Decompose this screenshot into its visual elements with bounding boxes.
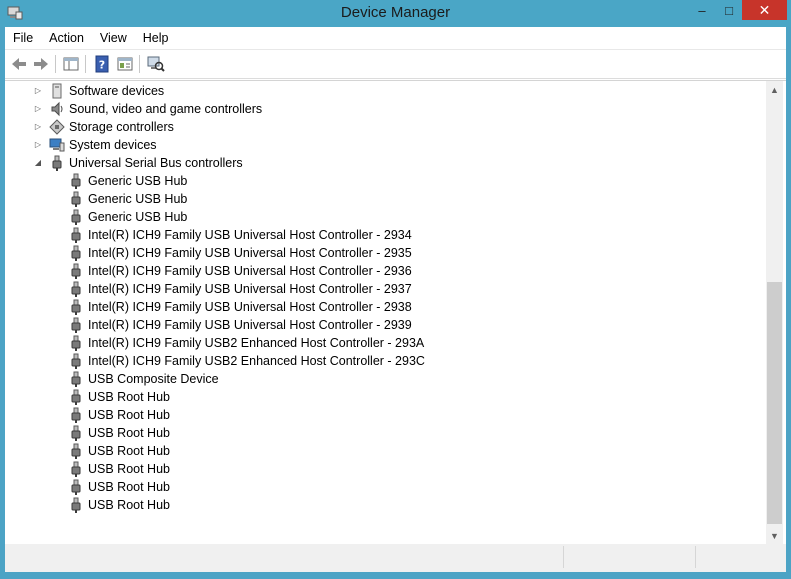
usb-device-label: USB Root Hub — [88, 444, 170, 458]
scroll-up-icon[interactable]: ▲ — [766, 81, 783, 98]
usb-device-label: Intel(R) ICH9 Family USB Universal Host … — [88, 318, 412, 332]
toolbar: ? — [5, 50, 786, 79]
usb-device-label: Intel(R) ICH9 Family USB Universal Host … — [88, 300, 412, 314]
usb-device-icon — [71, 317, 81, 333]
forward-icon[interactable] — [31, 54, 51, 74]
menu-file[interactable]: File — [5, 27, 41, 49]
software-device-icon — [52, 83, 62, 99]
tree-category-label: Storage controllers — [69, 120, 174, 134]
usb-device-icon — [71, 371, 81, 387]
usb-device-label: Intel(R) ICH9 Family USB Universal Host … — [88, 228, 412, 242]
help-icon[interactable]: ? — [92, 54, 112, 74]
window-title: Device Manager — [340, 4, 451, 21]
usb-device-icon — [71, 281, 81, 297]
collapse-arrow-icon[interactable]: ◢ — [33, 154, 43, 172]
usb-device-label: USB Root Hub — [88, 480, 170, 494]
menu-view[interactable]: View — [92, 27, 135, 49]
back-icon[interactable] — [9, 54, 29, 74]
title-bar[interactable]: Device Manager ‒ □ ✕ — [0, 0, 791, 27]
vertical-scrollbar[interactable]: ▲ ▼ — [766, 81, 783, 544]
window-client-area: File Action View Help ? ▷ Software devic… — [5, 27, 786, 572]
usb-device-icon — [71, 245, 81, 261]
usb-icon — [52, 155, 62, 171]
close-button[interactable]: ✕ — [742, 0, 787, 20]
usb-device-icon — [71, 389, 81, 405]
usb-device-icon — [71, 425, 81, 441]
usb-device-icon — [71, 227, 81, 243]
usb-device-icon — [71, 443, 81, 459]
status-bar — [5, 544, 786, 572]
usb-device-icon — [71, 173, 81, 189]
usb-device-label: USB Root Hub — [88, 462, 170, 476]
usb-device-icon — [71, 191, 81, 207]
usb-device-label: USB Root Hub — [88, 408, 170, 422]
usb-device-label: Intel(R) ICH9 Family USB2 Enhanced Host … — [88, 336, 425, 350]
usb-device-label: USB Root Hub — [88, 390, 170, 404]
usb-device-icon — [71, 299, 81, 315]
usb-device-icon — [71, 353, 81, 369]
usb-device-label: Intel(R) ICH9 Family USB2 Enhanced Host … — [88, 354, 425, 368]
tree-category-label: Sound, video and game controllers — [69, 102, 263, 116]
usb-device-icon — [71, 407, 81, 423]
minimize-button[interactable]: ‒ — [688, 0, 716, 20]
expand-arrow-icon[interactable]: ▷ — [33, 136, 43, 154]
maximize-button[interactable]: □ — [716, 0, 742, 20]
status-bar-pane — [563, 546, 564, 568]
usb-device-label: Generic USB Hub — [88, 192, 188, 206]
tree-category-label: Universal Serial Bus controllers — [69, 156, 243, 170]
storage-controller-icon — [49, 119, 65, 135]
computer-icon — [49, 138, 65, 152]
usb-device-icon — [71, 479, 81, 495]
speaker-icon — [51, 101, 63, 117]
device-tree: ▷ Software devices ▷ Sound, video and ga… — [5, 80, 786, 545]
usb-device-icon — [71, 497, 81, 513]
toolbar-separator — [85, 55, 86, 73]
usb-device-label: USB Composite Device — [88, 372, 219, 386]
menu-action[interactable]: Action — [41, 27, 92, 49]
scroll-down-icon[interactable]: ▼ — [766, 527, 783, 544]
tree-category-label: Software devices — [69, 84, 165, 98]
usb-device-icon — [71, 335, 81, 351]
usb-device-label: Intel(R) ICH9 Family USB Universal Host … — [88, 246, 412, 260]
tree-category-label: System devices — [69, 138, 157, 152]
menu-help[interactable]: Help — [135, 27, 177, 49]
device-manager-window: Device Manager ‒ □ ✕ File Action View He… — [0, 0, 791, 579]
usb-device-label: Intel(R) ICH9 Family USB Universal Host … — [88, 264, 412, 278]
usb-device-icon — [71, 263, 81, 279]
svg-text:?: ? — [99, 59, 105, 72]
usb-device-icon — [71, 209, 81, 225]
properties-icon[interactable] — [115, 54, 135, 74]
usb-device-icon — [71, 461, 81, 477]
expand-arrow-icon[interactable]: ▷ — [33, 82, 43, 100]
menu-bar: File Action View Help — [5, 27, 786, 50]
usb-device-label: USB Root Hub — [88, 426, 170, 440]
toolbar-separator — [55, 55, 56, 73]
scan-hardware-icon[interactable] — [146, 54, 166, 74]
usb-device-label: Generic USB Hub — [88, 174, 188, 188]
expand-arrow-icon[interactable]: ▷ — [33, 118, 43, 136]
usb-device-label: USB Root Hub — [88, 498, 170, 512]
scrollbar-thumb[interactable] — [767, 282, 782, 524]
toolbar-separator — [139, 55, 140, 73]
show-hide-console-tree-icon[interactable] — [61, 54, 81, 74]
usb-device-label: Intel(R) ICH9 Family USB Universal Host … — [88, 282, 412, 296]
usb-device-label: Generic USB Hub — [88, 210, 188, 224]
status-bar-pane — [695, 546, 696, 568]
expand-arrow-icon[interactable]: ▷ — [33, 100, 43, 118]
